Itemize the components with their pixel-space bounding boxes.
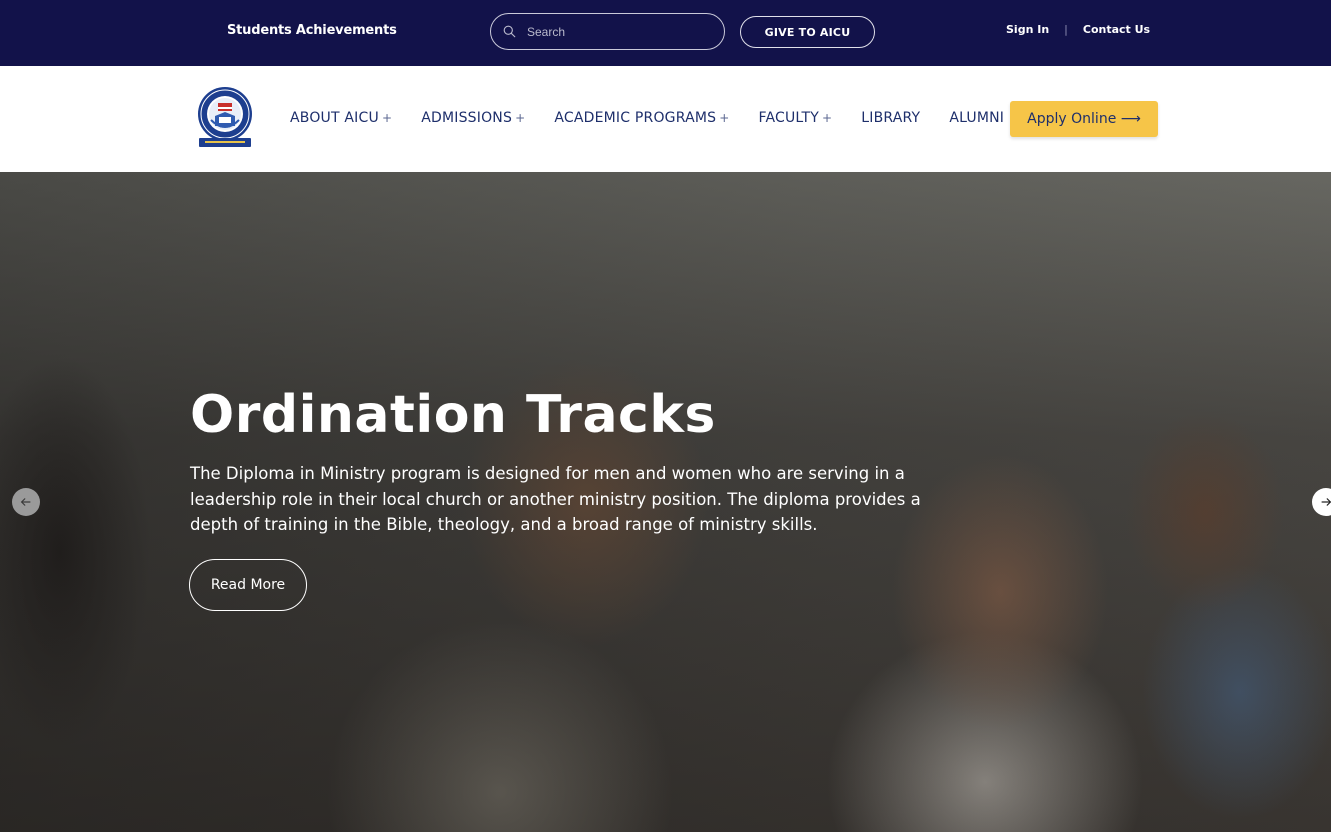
nav-label: FACULTY — [758, 110, 819, 126]
search-input[interactable] — [525, 23, 705, 40]
expand-plus-icon: + — [719, 111, 730, 125]
search-box[interactable] — [490, 13, 725, 50]
expand-plus-icon: + — [821, 111, 833, 125]
read-more-button[interactable]: Read More — [189, 559, 307, 611]
expand-plus-icon: + — [515, 111, 526, 125]
nav-label: LIBRARY — [861, 110, 921, 126]
hero-description: The Diploma in Ministry program is desig… — [190, 464, 921, 534]
nav-library[interactable]: LIBRARY — [861, 110, 920, 126]
nav-label: ALUMNI — [949, 110, 1005, 126]
nav-about-aicu[interactable]: ABOUT AICU + — [290, 110, 392, 126]
hero-slider: Ordination Tracks The Diploma in Ministr… — [0, 172, 1331, 832]
account-links: Sign In | Contact Us — [1006, 23, 1150, 36]
nav-academic-programs[interactable]: ACADEMIC PROGRAMS + — [554, 110, 729, 126]
nav-label: ADMISSIONS — [421, 110, 513, 126]
arrow-left-icon — [20, 498, 31, 506]
sign-in-link[interactable]: Sign In — [1006, 23, 1049, 36]
nav-faculty[interactable]: FACULTY + — [758, 110, 832, 126]
students-achievements-link[interactable]: Students Achievements — [227, 23, 397, 38]
search-icon — [503, 25, 516, 38]
contact-us-link[interactable]: Contact Us — [1083, 23, 1150, 36]
nav-menu: ABOUT AICU + ADMISSIONS + ACADEMIC PROGRAM… — [290, 110, 1004, 126]
give-to-aicu-button[interactable]: GIVE TO AICU — [740, 16, 875, 48]
top-bar: Students Achievements GIVE TO AICU Sign … — [0, 0, 1331, 66]
arrow-right-icon — [1321, 498, 1331, 506]
main-nav: ABOUT AICU + ADMISSIONS + ACADEMIC PROGRAM… — [0, 66, 1331, 172]
hero-title: Ordination Tracks — [190, 385, 716, 445]
nav-label: ABOUT AICU — [290, 110, 379, 126]
nav-label: ACADEMIC PROGRAMS — [554, 110, 717, 126]
slider-prev-button[interactable] — [12, 488, 40, 516]
expand-plus-icon: + — [381, 111, 393, 125]
nav-alumni[interactable]: ALUMNI — [949, 110, 1004, 126]
aicu-logo[interactable] — [195, 86, 256, 150]
nav-admissions[interactable]: ADMISSIONS + — [421, 110, 525, 126]
link-separator: | — [1064, 23, 1068, 36]
apply-online-button[interactable]: Apply Online ⟶ — [1010, 101, 1158, 137]
